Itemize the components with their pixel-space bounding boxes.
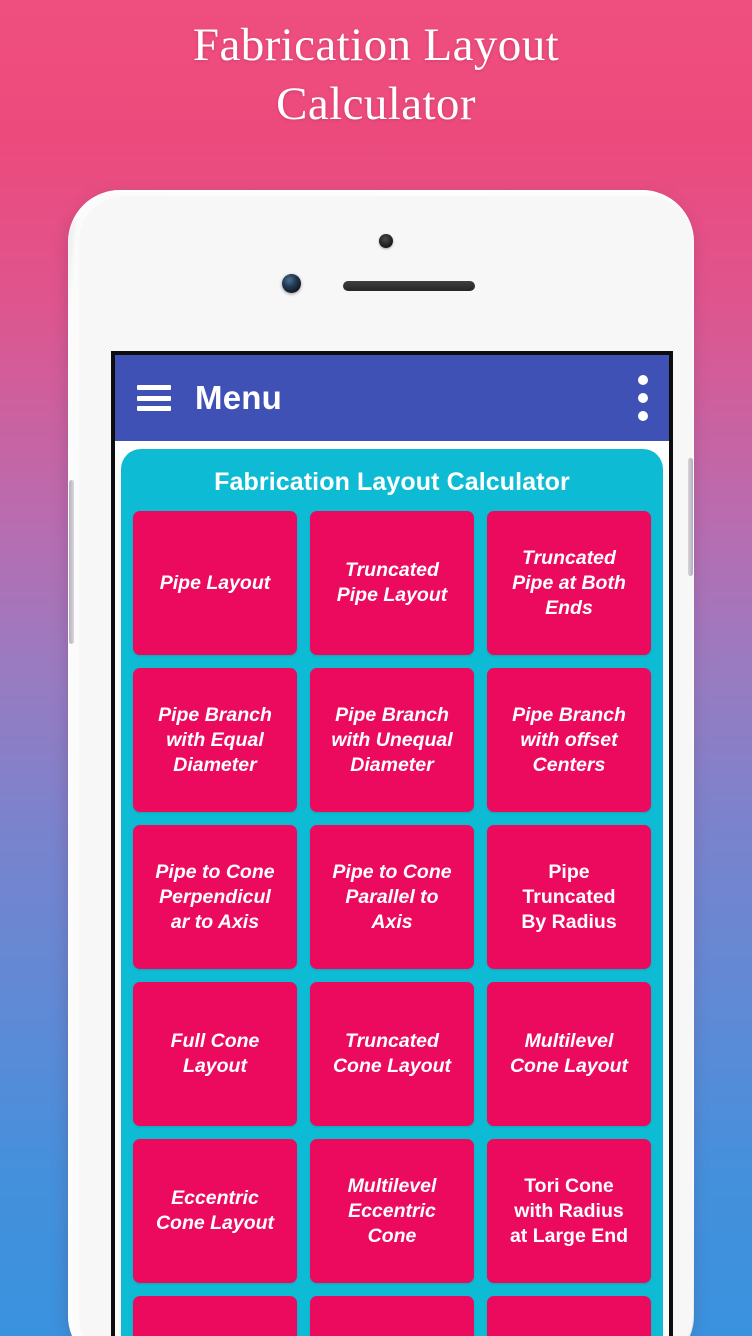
calculator-tile-label: Pipe Truncated By Radius: [521, 860, 617, 933]
earpiece-speaker-icon: [343, 281, 475, 291]
panel-title: Fabrication Layout Calculator: [214, 468, 570, 496]
calculator-tile-label: Full Cone Layout: [170, 1030, 260, 1077]
calculator-tile-label: Pipe Branch with Equal Diameter: [158, 703, 272, 776]
calculator-tile-label: Pipe to Cone Perpendicul ar to Axis: [155, 860, 275, 933]
overflow-menu-icon[interactable]: [637, 375, 649, 421]
front-camera-icon: [379, 234, 393, 248]
calculator-tile[interactable]: Truncated Pipe at Both Ends: [487, 511, 651, 655]
phone-bezel: Menu Fabrication Layout Calculator Pipe …: [79, 196, 693, 1336]
calculator-tile[interactable]: [133, 1296, 297, 1336]
calculator-tile-label: Pipe Branch with Unequal Diameter: [331, 703, 453, 776]
proximity-sensor-icon: [282, 274, 301, 293]
calculator-tile-label: Pipe Branch with offset Centers: [512, 703, 626, 776]
volume-button[interactable]: [69, 480, 74, 644]
phone-body: Menu Fabrication Layout Calculator Pipe …: [68, 190, 694, 1336]
calculator-button-grid: Pipe Layout Truncated Pipe Layout Truncate…: [133, 511, 651, 1336]
promo-canvas: Fabrication Layout Calculator Menu Fabri…: [0, 0, 752, 1336]
calculator-tile[interactable]: Tori Cone with Radius at Large End: [487, 1139, 651, 1283]
calculator-tile-label: Multilevel Cone Layout: [509, 1030, 629, 1077]
calculator-panel: Fabrication Layout Calculator Pipe Layou…: [121, 449, 663, 1336]
calculator-tile[interactable]: Pipe Branch with Equal Diameter: [133, 668, 297, 812]
calculator-tile[interactable]: Eccentric Cone Layout: [133, 1139, 297, 1283]
calculator-tile[interactable]: Pipe Branch with offset Centers: [487, 668, 651, 812]
calculator-tile[interactable]: Truncated Pipe Layout: [310, 511, 474, 655]
calculator-tile-label: Truncated Pipe Layout: [336, 559, 448, 606]
calculator-tile[interactable]: Pipe Truncated By Radius: [487, 825, 651, 969]
calculator-tile[interactable]: Multilevel Cone Layout: [487, 982, 651, 1126]
page-title: Fabrication Layout Calculator: [192, 19, 560, 130]
calculator-tile[interactable]: [487, 1296, 651, 1336]
calculator-tile-label: Truncated Cone Layout: [332, 1030, 452, 1077]
calculator-tile[interactable]: Truncated Cone Layout: [310, 982, 474, 1126]
calculator-tile-label: Tori Cone with Radius at Large End: [509, 1174, 629, 1247]
calculator-tile[interactable]: Pipe Layout: [133, 511, 297, 655]
app-content-area: Fabrication Layout Calculator Pipe Layou…: [115, 441, 669, 1336]
power-button[interactable]: [688, 458, 693, 576]
calculator-tile[interactable]: Multilevel Eccentric Cone: [310, 1139, 474, 1283]
phone-mockup: Menu Fabrication Layout Calculator Pipe …: [63, 190, 697, 1336]
calculator-tile[interactable]: Pipe Branch with Unequal Diameter: [310, 668, 474, 812]
calculator-tile[interactable]: Full Cone Layout: [133, 982, 297, 1126]
calculator-tile[interactable]: [310, 1296, 474, 1336]
calculator-tile-label: Pipe to Cone Parallel to Axis: [332, 860, 452, 933]
calculator-tile[interactable]: Pipe to Cone Parallel to Axis: [310, 825, 474, 969]
calculator-tile-label: Eccentric Cone Layout: [155, 1187, 275, 1234]
calculator-tile-label: Pipe Layout: [159, 571, 271, 594]
phone-screen: Menu Fabrication Layout Calculator Pipe …: [111, 351, 673, 1336]
calculator-tile-label: Truncated Pipe at Both Ends: [512, 546, 626, 619]
calculator-tile[interactable]: Pipe to Cone Perpendicul ar to Axis: [133, 825, 297, 969]
hamburger-menu-icon[interactable]: [137, 385, 171, 411]
app-bar: Menu: [115, 355, 669, 441]
calculator-tile-label: Multilevel Eccentric Cone: [347, 1174, 437, 1247]
app-bar-title: Menu: [195, 379, 282, 416]
